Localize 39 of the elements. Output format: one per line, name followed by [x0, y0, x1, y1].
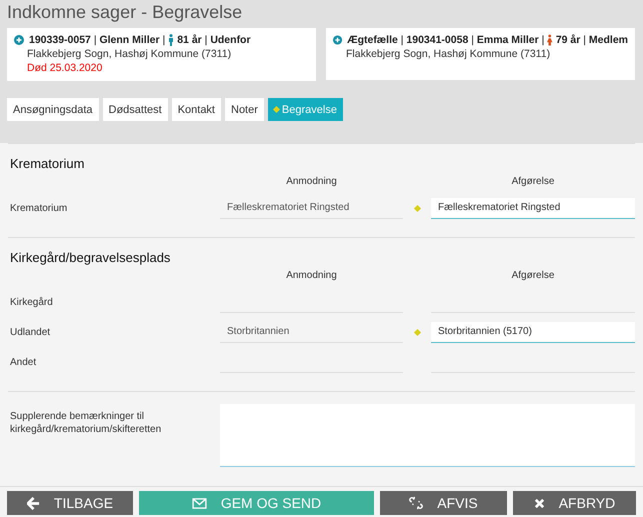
- broken-link-icon: [409, 496, 424, 510]
- column-header: Afgørelse: [512, 176, 554, 187]
- woman-icon: [547, 34, 553, 46]
- address-text: Flakkebjerg Sogn, Hashøj Kommune (7311): [26, 48, 232, 60]
- tab[interactable]: Noter: [225, 98, 264, 121]
- input-field[interactable]: Fælleskrematoriet Ringsted: [431, 198, 635, 218]
- person-heading: Ægtefælle | 190341-0058 | Emma Miller |: [347, 34, 544, 46]
- close-icon: [534, 498, 545, 508]
- person-details: 79 år | Medlem: [556, 34, 628, 46]
- field-label: Andet: [9, 356, 38, 368]
- person-details: 81 år | Udenfor: [177, 34, 251, 46]
- section-title: Krematorium: [10, 156, 86, 171]
- death-date: Død 25.03.2020: [26, 62, 104, 74]
- tab[interactable]: Ansøgningsdata: [7, 98, 98, 121]
- column-header: Anmodning: [286, 176, 337, 187]
- man-icon: [168, 34, 174, 46]
- column-header: Anmodning: [286, 270, 337, 281]
- field-label: Udlandet: [9, 326, 52, 338]
- page-title: Indkomne sager - Begravelse: [7, 2, 244, 23]
- reject-button[interactable]: AFVIS: [380, 491, 507, 515]
- envelope-icon: [192, 498, 207, 508]
- person-heading: 190339-0057 | Glenn Miller |: [29, 34, 166, 46]
- cancel-button[interactable]: AFBRYD: [513, 491, 636, 515]
- back-button[interactable]: TILBAGE: [7, 491, 133, 515]
- field-label: Krematorium: [9, 202, 68, 214]
- column-header: Afgørelse: [512, 270, 554, 281]
- input-field[interactable]: Fælleskrematoriet Ringsted: [220, 198, 403, 218]
- address-text: Flakkebjerg Sogn, Hashøj Kommune (7311): [345, 48, 552, 60]
- field-label: Supplerende bemærkninger til kirkegård/krematorium/skifteretten: [9, 410, 162, 437]
- field-label: Kirkegård: [9, 296, 54, 308]
- input-field[interactable]: Storbritannien: [220, 322, 403, 342]
- tab[interactable]: Kontakt: [172, 98, 221, 121]
- expand-icon[interactable]: [14, 35, 24, 45]
- expand-icon[interactable]: [333, 35, 342, 45]
- input-field[interactable]: Storbritannien (5170): [431, 322, 635, 342]
- text-area[interactable]: [220, 404, 635, 467]
- tab[interactable]: Dødsattest: [102, 98, 168, 121]
- section-title: Kirkegård/begravelsesplads: [10, 250, 172, 265]
- arrow-left-icon: [26, 496, 40, 510]
